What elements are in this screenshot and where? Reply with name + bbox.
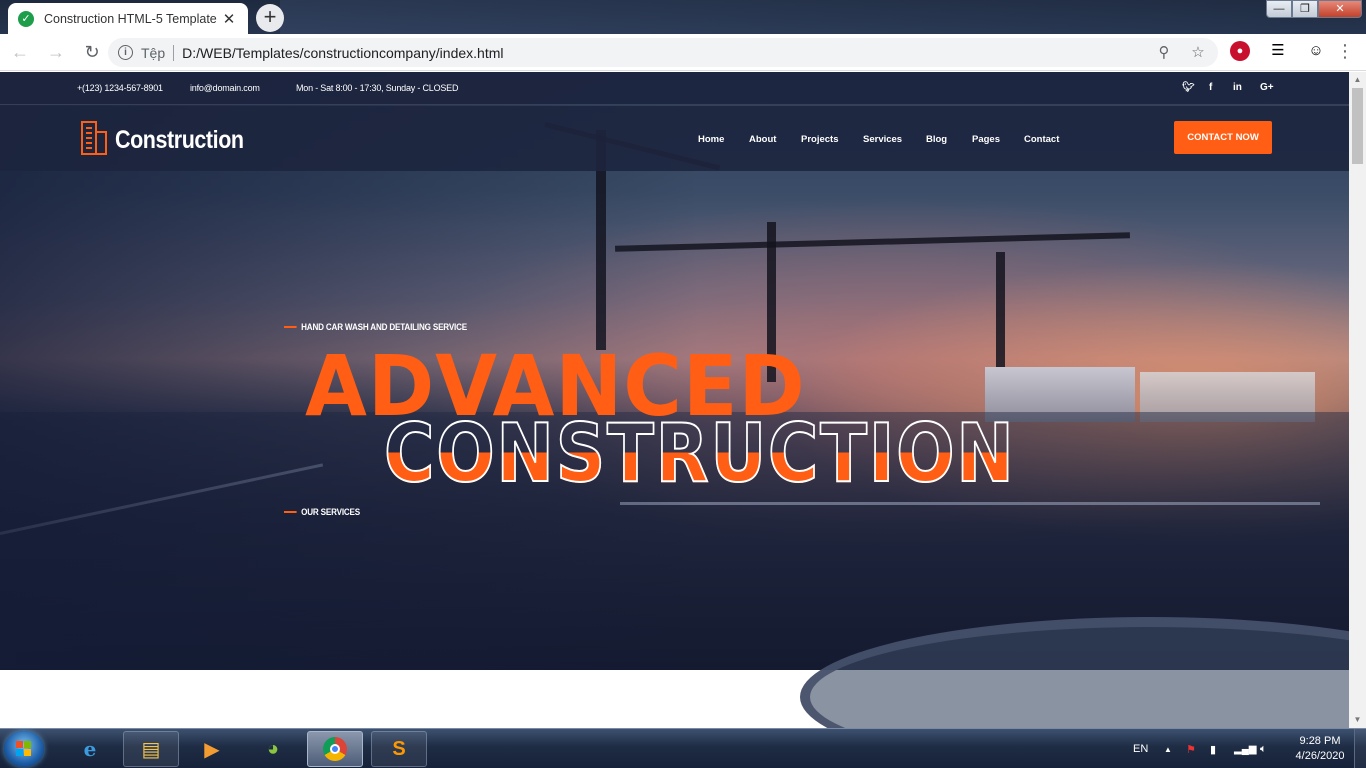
forward-arrow-icon[interactable]: → bbox=[40, 36, 72, 68]
top-info-bar: +(123) 1234-567-8901 info@domain.com Mon… bbox=[0, 72, 1349, 105]
phone-number[interactable]: +(123) 1234-567-8901 bbox=[77, 83, 163, 93]
sublime-text-icon[interactable]: S bbox=[371, 731, 427, 767]
action-center-flag-icon[interactable]: ⚑ bbox=[1186, 729, 1196, 768]
nav-services[interactable]: Services bbox=[863, 134, 902, 145]
site-logo[interactable]: Construction bbox=[115, 126, 244, 155]
our-services-text[interactable]: OUR SERVICES bbox=[301, 507, 360, 517]
chrome-icon[interactable] bbox=[307, 731, 363, 767]
start-button[interactable] bbox=[4, 731, 44, 767]
url-text[interactable]: D:/WEB/Templates/constructioncompany/ind… bbox=[182, 45, 503, 61]
media-queue-icon[interactable]: ☰ bbox=[1268, 41, 1288, 61]
reload-icon[interactable]: ↻ bbox=[76, 36, 108, 68]
linkedin-icon[interactable]: in bbox=[1233, 82, 1242, 93]
browser-toolbar: ← → ↻ i Tệp D:/WEB/Templates/constructio… bbox=[0, 34, 1366, 71]
green-app-icon[interactable]: ◕ bbox=[245, 731, 301, 767]
network-signal-icon[interactable]: ▂▄▆ bbox=[1234, 729, 1256, 768]
browser-menu-icon[interactable]: ⋮ bbox=[1336, 42, 1354, 60]
nav-projects[interactable]: Projects bbox=[801, 134, 839, 145]
eyebrow-dash bbox=[284, 326, 297, 328]
page-viewport: +(123) 1234-567-8901 info@domain.com Mon… bbox=[0, 72, 1349, 728]
facebook-icon[interactable]: f bbox=[1209, 82, 1212, 93]
address-separator bbox=[173, 44, 175, 61]
twitter-icon[interactable]: 🐦︎ bbox=[1182, 82, 1195, 93]
show-hidden-icons-icon[interactable]: ▲ bbox=[1164, 729, 1172, 768]
media-player-icon[interactable]: ▶ bbox=[184, 731, 240, 767]
omnibox-actions: ⚲ ☆ bbox=[1154, 43, 1208, 61]
new-tab-button[interactable]: + bbox=[256, 4, 284, 32]
browser-tab[interactable]: ✓ Construction HTML-5 Template ✕ bbox=[8, 3, 248, 34]
nav-blog[interactable]: Blog bbox=[926, 134, 947, 145]
favicon-check-icon: ✓ bbox=[18, 10, 34, 27]
hero-eyebrow: HAND CAR WASH AND DETAILING SERVICE bbox=[284, 322, 467, 332]
contact-now-button[interactable]: CONTACT NOW bbox=[1174, 121, 1272, 154]
volume-icon[interactable]: 🔈︎ bbox=[1260, 729, 1267, 768]
tab-strip: ✓ Construction HTML-5 Template ✕ + — ❐ ✕ bbox=[0, 0, 1366, 34]
windows-taskbar: e ▤ ▶ ◕ S EN ▲ ⚑ ▮ ▂▄▆ 🔈︎ 9:28 PM 4/26/2… bbox=[0, 728, 1366, 768]
google-plus-icon[interactable]: G+ bbox=[1260, 82, 1274, 93]
nav-home[interactable]: Home bbox=[698, 134, 724, 145]
internet-explorer-icon[interactable]: e bbox=[62, 731, 118, 767]
email-address[interactable]: info@domain.com bbox=[190, 83, 260, 93]
restore-button[interactable]: ❐ bbox=[1292, 0, 1318, 18]
clock-date: 4/26/2020 bbox=[1295, 750, 1345, 762]
power-icon[interactable]: ▮ bbox=[1210, 729, 1216, 768]
roof-edge bbox=[620, 502, 1320, 505]
opening-hours: Mon - Sat 8:00 - 17:30, Sunday - CLOSED bbox=[296, 83, 459, 93]
zoom-icon[interactable]: ⚲ bbox=[1154, 43, 1174, 61]
system-clock[interactable]: 9:28 PM 4/26/2020 bbox=[1290, 734, 1350, 764]
tab-title: Construction HTML-5 Template bbox=[44, 11, 217, 26]
nav-about[interactable]: About bbox=[749, 134, 776, 145]
nav-pages[interactable]: Pages bbox=[972, 134, 1000, 145]
our-services-link[interactable]: OUR SERVICES bbox=[284, 507, 360, 517]
show-desktop-button[interactable] bbox=[1354, 729, 1366, 768]
file-explorer-icon[interactable]: ▤ bbox=[123, 731, 179, 767]
nav-contact[interactable]: Contact bbox=[1024, 134, 1059, 145]
page-scrollbar[interactable]: ▲ ▼ bbox=[1349, 72, 1366, 728]
info-icon[interactable]: i bbox=[118, 45, 133, 60]
building-logo-icon[interactable] bbox=[77, 121, 107, 155]
clock-time: 9:28 PM bbox=[1299, 735, 1341, 747]
bookmark-star-icon[interactable]: ☆ bbox=[1188, 43, 1208, 61]
link-dash bbox=[284, 511, 297, 513]
scroll-thumb[interactable] bbox=[1352, 88, 1363, 164]
language-indicator[interactable]: EN bbox=[1133, 729, 1148, 768]
main-navbar: Construction Home About Projects Service… bbox=[0, 106, 1349, 171]
scroll-down-icon[interactable]: ▼ bbox=[1349, 712, 1366, 728]
scroll-up-icon[interactable]: ▲ bbox=[1349, 72, 1366, 88]
close-window-button[interactable]: ✕ bbox=[1318, 0, 1362, 18]
site-scheme-label: Tệp bbox=[141, 44, 166, 61]
profile-avatar-icon[interactable]: ☺ bbox=[1306, 41, 1326, 61]
window-controls: — ❐ ✕ bbox=[1266, 0, 1362, 18]
back-arrow-icon[interactable]: ← bbox=[4, 36, 36, 68]
extensions: ● ☰ ☺ bbox=[1230, 41, 1326, 61]
minimize-button[interactable]: — bbox=[1266, 0, 1292, 18]
hero-title-line2: CONSTRUCTION bbox=[383, 407, 1016, 500]
address-bar[interactable]: i Tệp D:/WEB/Templates/constructioncompa… bbox=[108, 38, 1218, 67]
extension-red-icon[interactable]: ● bbox=[1230, 41, 1250, 61]
windows-flag-icon bbox=[16, 741, 32, 757]
tab-close-icon[interactable]: ✕ bbox=[220, 10, 238, 28]
hero-eyebrow-text: HAND CAR WASH AND DETAILING SERVICE bbox=[301, 322, 468, 332]
